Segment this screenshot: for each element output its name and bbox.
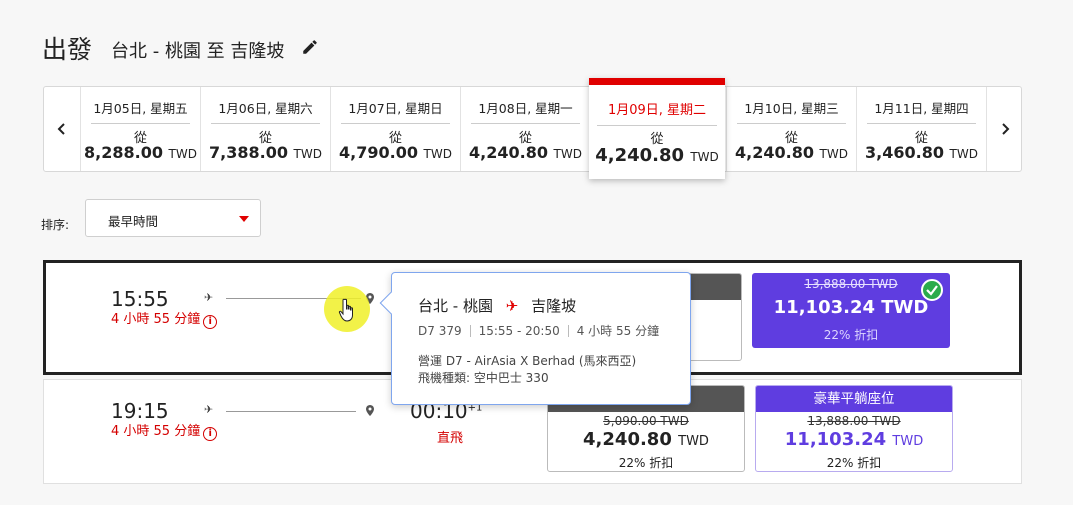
date-price: 3,460.80 TWD xyxy=(865,143,978,162)
date-option-1[interactable]: 1月06日, 星期六 從 7,388.00 TWD xyxy=(200,87,330,171)
flight-details-tooltip: 台北 - 桃園 ✈ 吉隆坡 D7 379 15:55 - 20:50 4 小時 55… xyxy=(379,272,691,405)
route-line xyxy=(226,411,356,412)
discount-label: 22% 折扣 xyxy=(823,328,879,342)
original-price: 13,888.00 TWD xyxy=(807,414,901,428)
flight-number: D7 379 xyxy=(418,324,462,338)
date-option-3[interactable]: 1月08日, 星期一 從 4,240.80 TWD xyxy=(460,87,590,171)
date-label: 1月06日, 星期六 xyxy=(211,98,320,124)
date-carousel: 1月05日, 星期五 從 8,288.00 TWD 1月06日, 星期六 從 7… xyxy=(43,86,1022,172)
fare-class-header: 豪華平躺座位 xyxy=(756,386,952,412)
chevron-right-icon xyxy=(1001,123,1009,135)
hand-cursor-icon xyxy=(338,298,353,322)
date-label: 1月05日, 星期五 xyxy=(91,98,190,124)
location-pin-icon xyxy=(366,405,374,416)
flight-duration: 4 小時 55 分鐘 i xyxy=(111,420,218,441)
date-price: 4,240.80 TWD xyxy=(469,143,582,162)
page-title: 出發 xyxy=(42,35,93,64)
original-price: 5,090.00 TWD xyxy=(603,414,689,428)
date-option-0[interactable]: 1月05日, 星期五 從 8,288.00 TWD xyxy=(80,87,200,171)
fare-price: 11,103.24 TWD xyxy=(784,429,924,450)
date-price: 4,240.80 TWD xyxy=(595,145,719,166)
plane-icon: ✈ xyxy=(204,403,214,416)
flight-duration: 4 小時 55 分鐘 xyxy=(576,324,660,338)
chevron-left-icon xyxy=(57,123,65,135)
premium-flatbed-fare-card[interactable]: 豪華平躺座位 13,888.00 TWD 11,103.24 TWD 22% 折… xyxy=(755,385,953,472)
plane-icon: ✈ xyxy=(204,291,214,304)
info-icon[interactable]: i xyxy=(203,427,218,441)
flight-duration: 4 小時 55 分鐘 i xyxy=(111,308,218,329)
sort-value: 最早時間 xyxy=(108,214,159,229)
date-option-6[interactable]: 1月11日, 星期四 從 3,460.80 TWD xyxy=(856,87,986,171)
selected-fare-card[interactable]: 13,888.00 TWD 11,103.24 TWD 22% 折扣 xyxy=(752,273,950,348)
date-price: 7,388.00 TWD xyxy=(209,143,322,162)
pencil-icon[interactable] xyxy=(301,38,319,56)
next-dates-button[interactable] xyxy=(986,87,1022,171)
route-label: 台北 - 桃園 至 吉隆坡 xyxy=(111,41,285,62)
sort-dropdown[interactable]: 最早時間 xyxy=(85,199,261,237)
plane-icon: ✈ xyxy=(505,297,519,315)
date-option-selected[interactable]: 1月09日, 星期二 從 4,240.80 TWD xyxy=(589,78,725,179)
date-price: 8,288.00 TWD xyxy=(84,143,197,162)
date-label: 1月10日, 星期三 xyxy=(737,98,846,124)
flight-times: 15:55 - 20:50 xyxy=(478,324,560,338)
date-label: 1月11日, 星期四 xyxy=(867,98,976,124)
fare-price: 4,240.80 TWD xyxy=(583,429,709,450)
date-label: 1月09日, 星期二 xyxy=(597,99,717,126)
discount-label: 22% 折扣 xyxy=(618,456,674,470)
date-option-5[interactable]: 1月10日, 星期三 從 4,240.80 TWD xyxy=(726,87,856,171)
prev-dates-button[interactable] xyxy=(44,87,80,171)
date-label: 1月08日, 星期一 xyxy=(471,98,580,124)
tooltip-flight-meta: D7 379 15:55 - 20:50 4 小時 55 分鐘 xyxy=(418,322,659,339)
fare-price: 11,103.24 TWD xyxy=(773,297,929,318)
stops-label: 直飛 xyxy=(437,431,464,446)
discount-label: 22% 折扣 xyxy=(826,456,882,470)
date-label: 1月07日, 星期日 xyxy=(341,98,450,124)
date-price: 4,240.80 TWD xyxy=(735,143,848,162)
date-price: 4,790.00 TWD xyxy=(339,143,452,162)
aircraft-label: 飛機種類: 空中巴士 330 xyxy=(418,371,549,385)
sort-label: 排序: xyxy=(41,218,70,232)
date-option-2[interactable]: 1月07日, 星期日 從 4,790.00 TWD xyxy=(330,87,460,171)
caret-down-icon xyxy=(239,216,249,222)
check-icon xyxy=(921,279,943,301)
operator-label: 營運 D7 - AirAsia X Berhad (馬來西亞) xyxy=(418,354,637,368)
tooltip-route: 台北 - 桃園 ✈ 吉隆坡 xyxy=(418,297,577,315)
info-icon[interactable]: i xyxy=(203,315,218,329)
tooltip-operator-info: 營運 D7 - AirAsia X Berhad (馬來西亞) 飛機種類: 空中… xyxy=(418,353,636,387)
